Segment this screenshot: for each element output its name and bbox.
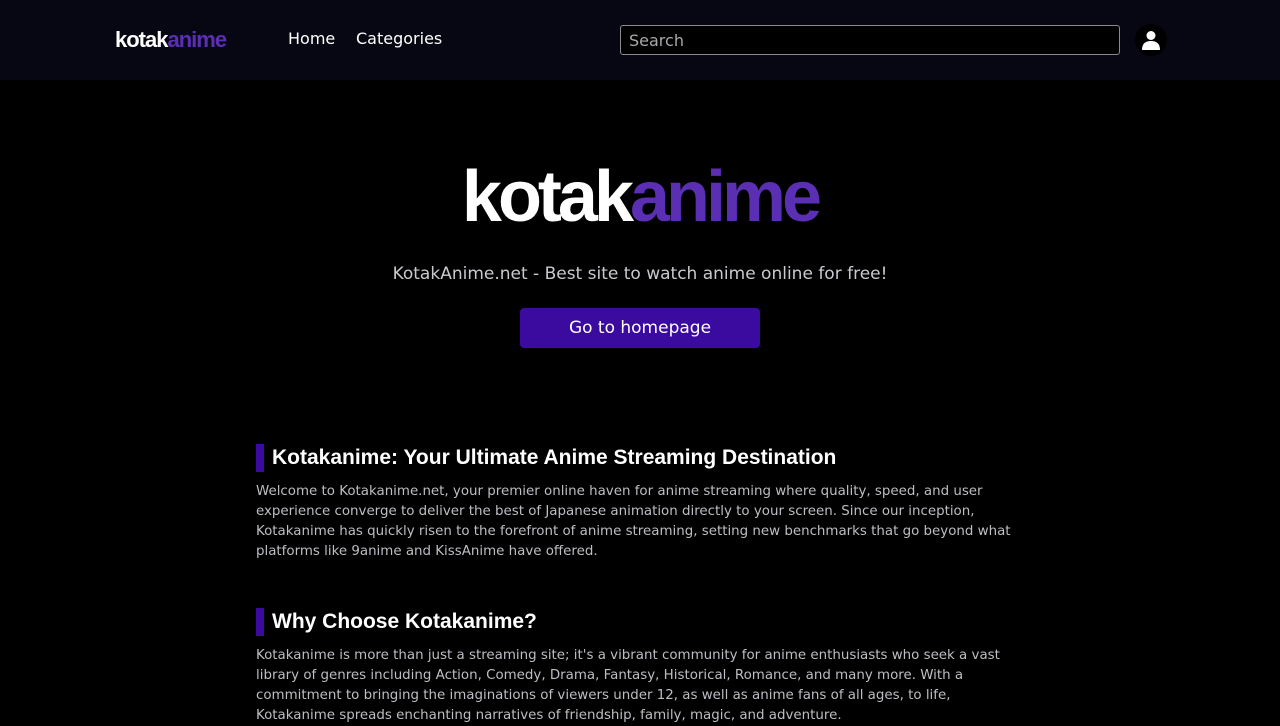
section-why-choose: Why Choose Kotakanime? Kotakanime is mor…: [256, 608, 1026, 726]
section-ultimate-destination: Kotakanime: Your Ultimate Anime Streamin…: [256, 444, 1026, 562]
logo-text-anime: anime: [167, 27, 227, 52]
nav-categories-link[interactable]: Categories: [356, 29, 442, 49]
nav-home-link[interactable]: Home: [288, 29, 335, 49]
hero-logo-text-kotak: kotak: [461, 157, 634, 237]
heading-accent-bar: [256, 444, 264, 472]
search-input[interactable]: [620, 25, 1120, 55]
site-logo[interactable]: kotakanime: [115, 26, 227, 54]
go-to-homepage-button[interactable]: Go to homepage: [520, 308, 760, 348]
section-title: Why Choose Kotakanime?: [272, 610, 537, 633]
section-paragraph: Welcome to Kotakanime.net, your premier …: [256, 484, 1011, 559]
hero-logo-text-anime: anime: [630, 157, 822, 237]
logo-text-kotak: kotak: [115, 27, 168, 52]
section-heading: Why Choose Kotakanime?: [256, 608, 1026, 636]
hero-tagline: KotakAnime.net - Best site to watch anim…: [392, 264, 888, 284]
user-account-button[interactable]: [1135, 24, 1167, 56]
section-paragraph: Kotakanime is more than just a streaming…: [256, 648, 1000, 723]
hero-logo: kotakanime: [0, 154, 1280, 240]
section-heading: Kotakanime: Your Ultimate Anime Streamin…: [256, 444, 1026, 472]
top-navbar: kotakanime Home Categories: [0, 0, 1280, 80]
section-title: Kotakanime: Your Ultimate Anime Streamin…: [272, 446, 837, 469]
heading-accent-bar: [256, 608, 264, 636]
user-icon: [1142, 31, 1160, 50]
